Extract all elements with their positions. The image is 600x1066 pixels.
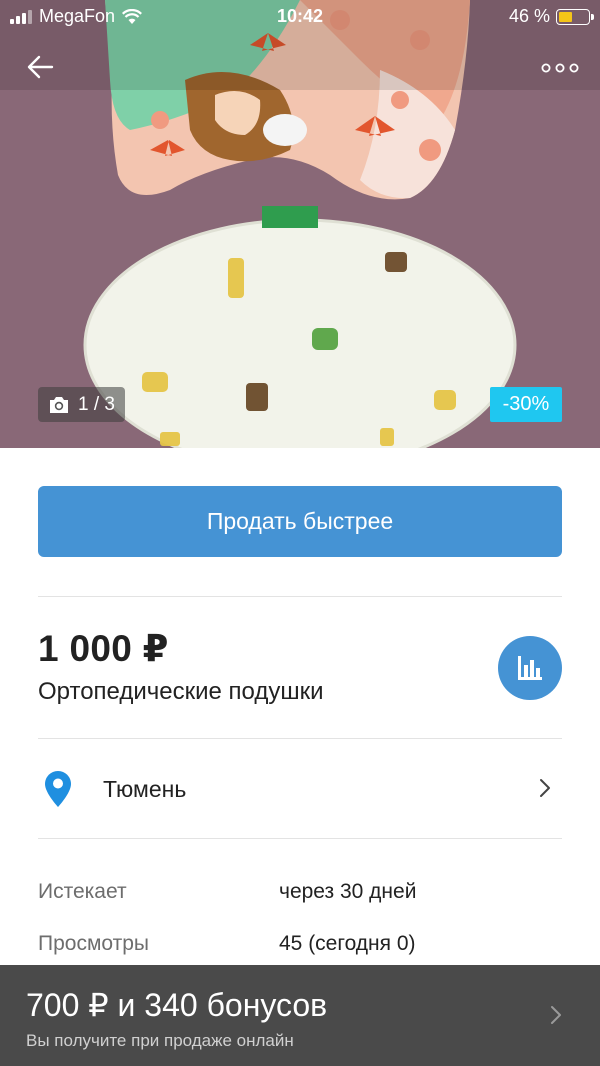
battery-percent: 46 % (508, 6, 550, 26)
listing-title: Ортопедические подушки (38, 678, 324, 705)
chevron-right-icon (551, 1006, 561, 1024)
back-arrow-icon (27, 55, 54, 79)
statistics-button[interactable] (498, 636, 562, 700)
status-bar: MegaFon 10:42 46 % (0, 0, 600, 34)
bonus-title: 700 ₽ и 340 бонусов (26, 987, 328, 1023)
battery-group: 46 % (508, 6, 594, 27)
battery-icon (556, 8, 594, 25)
location-pin-icon (45, 771, 71, 807)
views-label: Просмотры (38, 932, 149, 955)
views-value: 45 (сегодня 0) (279, 932, 416, 955)
more-dots-icon (541, 63, 579, 73)
location-row[interactable]: Тюмень (38, 739, 562, 838)
bar-chart-icon (518, 656, 542, 680)
expires-value: через 30 дней (279, 880, 417, 903)
photo-counter: 1 / 3 (38, 387, 125, 422)
divider (38, 596, 562, 597)
battery-level (559, 11, 572, 22)
pillows-photo (0, 0, 600, 448)
sell-faster-button[interactable]: Продать быстрее (38, 486, 562, 557)
location-city: Тюмень (103, 776, 187, 802)
divider (38, 838, 562, 839)
back-button[interactable] (22, 50, 60, 84)
camera-icon (50, 396, 68, 413)
expires-label: Истекает (38, 880, 127, 903)
bonus-subtitle: Вы получите при продаже онлайн (26, 1031, 294, 1050)
bonus-bar[interactable]: 700 ₽ и 340 бонусов Вы получите при прод… (0, 965, 600, 1066)
listing-photo[interactable]: MegaFon 10:42 46 % 1 / 3 -30% (0, 0, 600, 448)
chevron-right-icon (540, 779, 550, 797)
photo-counter-text: 1 / 3 (78, 393, 115, 415)
discount-badge: -30% (490, 387, 562, 422)
listing-price: 1 000 ₽ (38, 628, 169, 669)
more-button[interactable] (538, 55, 582, 81)
